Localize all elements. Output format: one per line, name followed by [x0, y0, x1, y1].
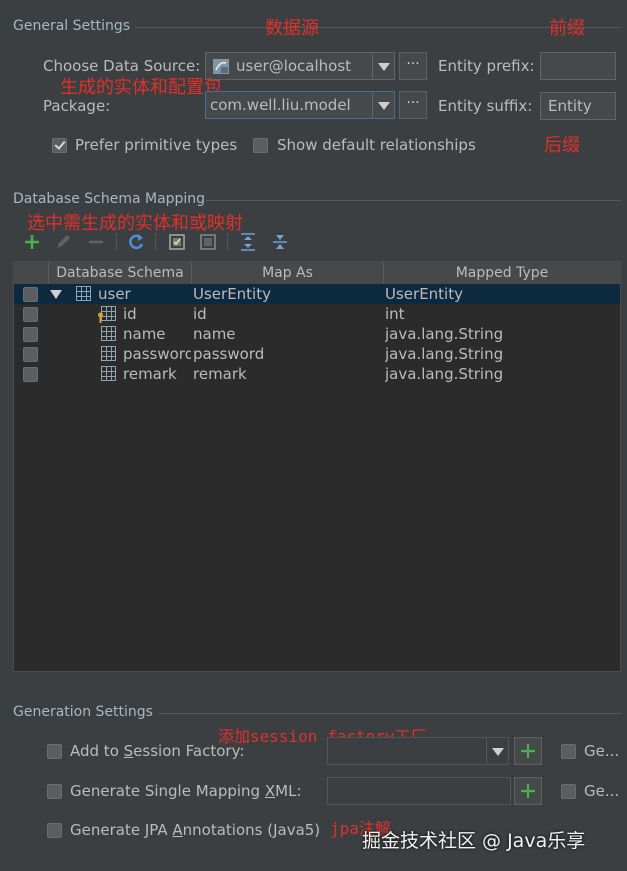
show-relationships-label: Show default relationships	[277, 136, 476, 154]
schema-name: remark	[123, 365, 177, 383]
column-mapped-type[interactable]: Mapped Type	[383, 262, 620, 284]
schema-name: name	[123, 325, 166, 343]
show-relationships-checkbox[interactable]	[253, 138, 268, 153]
prefer-primitive-label: Prefer primitive types	[75, 136, 238, 154]
map-as-value[interactable]: remark	[193, 365, 247, 383]
add-session-factory-label: Add to Session Factory:	[70, 742, 245, 760]
package-label: Package:	[43, 97, 111, 115]
add-icon	[521, 784, 535, 798]
check-all-icon[interactable]	[167, 232, 187, 252]
single-mapping-xml-checkbox[interactable]	[47, 784, 62, 799]
header-check-column	[14, 262, 48, 284]
table-row[interactable]: user UserEntity UserEntity	[14, 284, 620, 304]
column-icon	[101, 366, 116, 381]
schema-mapping-title: Database Schema Mapping	[13, 191, 206, 207]
jpa-annotations-checkbox[interactable]	[47, 823, 62, 838]
table-header: Database Schema Map As Mapped Type	[14, 262, 620, 285]
session-factory-combo[interactable]	[327, 737, 509, 765]
column-icon	[101, 346, 116, 361]
generate-option-label: Ge...	[584, 742, 620, 760]
annotation-data-source: 数据源	[265, 18, 319, 39]
row-checkbox[interactable]	[23, 327, 38, 342]
row-checkbox[interactable]	[23, 287, 38, 302]
schema-name: password	[123, 345, 191, 363]
schema-name: id	[123, 305, 137, 323]
entity-suffix-label: Entity suffix:	[438, 97, 533, 115]
expand-all-icon[interactable]	[238, 232, 258, 252]
mapped-type-value[interactable]: java.lang.String	[385, 325, 503, 343]
map-as-value[interactable]: name	[193, 325, 236, 343]
single-mapping-xml-label: Generate Single Mapping XML:	[70, 782, 302, 800]
add-icon[interactable]	[22, 232, 42, 252]
chevron-down-icon[interactable]	[372, 92, 394, 118]
jpa-annotations-label: Generate JPA Annotations (Java5)	[70, 821, 321, 839]
mapped-type-value[interactable]: java.lang.String	[385, 365, 503, 383]
prefer-primitive-checkbox[interactable]	[52, 138, 67, 153]
watermark: 掘金技术社区 @ Java乐享	[362, 830, 586, 852]
chevron-down-icon[interactable]	[372, 53, 394, 79]
annotation-prefix: 前缀	[549, 18, 585, 39]
single-mapping-xml-input[interactable]	[327, 777, 511, 805]
entity-prefix-label: Entity prefix:	[438, 57, 535, 75]
entity-prefix-input[interactable]	[540, 52, 616, 80]
refresh-icon[interactable]	[126, 232, 146, 252]
toolbar-divider	[116, 233, 117, 251]
entity-suffix-value: Entity	[548, 97, 592, 115]
data-source-combo[interactable]: user@localhost	[205, 52, 395, 80]
schema-table[interactable]: Database Schema Map As Mapped Type user …	[13, 261, 621, 672]
expand-triangle-icon[interactable]	[50, 290, 62, 299]
table-row[interactable]: id id int	[14, 304, 620, 324]
package-value: com.well.liu.model	[210, 96, 351, 114]
column-map-as[interactable]: Map As	[191, 262, 383, 284]
annotation-suffix: 后缀	[544, 135, 580, 156]
package-combo[interactable]: com.well.liu.model	[205, 91, 395, 119]
generation-separator	[158, 713, 621, 714]
add-mapping-xml-button[interactable]	[514, 777, 542, 805]
generate-option-checkbox[interactable]	[561, 744, 576, 759]
entity-suffix-input[interactable]: Entity	[540, 92, 616, 120]
key-icon	[98, 312, 103, 323]
table-row[interactable]: remark remark java.lang.String	[14, 364, 620, 384]
uncheck-all-icon[interactable]	[198, 232, 218, 252]
edit-icon[interactable]	[53, 232, 73, 252]
generate-option-checkbox[interactable]	[561, 784, 576, 799]
map-as-value[interactable]: UserEntity	[193, 285, 271, 303]
chevron-down-icon[interactable]	[486, 738, 508, 764]
table-icon	[76, 286, 91, 301]
map-as-value[interactable]: id	[193, 305, 207, 323]
generate-option-label: Ge...	[584, 782, 620, 800]
add-icon	[521, 744, 535, 758]
table-row[interactable]: password password java.lang.String	[14, 344, 620, 364]
schema-name: user	[98, 285, 131, 303]
collapse-all-icon[interactable]	[270, 232, 290, 252]
add-session-factory-checkbox[interactable]	[47, 744, 62, 759]
mapped-type-value[interactable]: java.lang.String	[385, 345, 503, 363]
map-as-value[interactable]: password	[193, 345, 264, 363]
remove-icon[interactable]	[86, 232, 106, 252]
toolbar-divider	[155, 233, 156, 251]
mapped-type-value[interactable]: int	[385, 305, 405, 323]
data-source-value: user@localhost	[236, 57, 352, 75]
annotation-entity-package: 生成的实体和配置包	[60, 77, 222, 98]
table-row[interactable]: name name java.lang.String	[14, 324, 620, 344]
column-icon	[101, 326, 116, 341]
schema-separator	[206, 200, 621, 201]
generation-settings-title: Generation Settings	[13, 704, 153, 720]
add-session-factory-button[interactable]	[514, 737, 542, 765]
toolbar-divider	[227, 233, 228, 251]
row-checkbox[interactable]	[23, 307, 38, 322]
row-checkbox[interactable]	[23, 367, 38, 382]
column-database-schema[interactable]: Database Schema	[48, 262, 191, 284]
data-source-browse-button[interactable]: ···	[399, 52, 427, 80]
mapped-type-value[interactable]: UserEntity	[385, 285, 463, 303]
package-browse-button[interactable]: ···	[399, 91, 427, 119]
row-checkbox[interactable]	[23, 347, 38, 362]
general-settings-title: General Settings	[13, 18, 131, 34]
